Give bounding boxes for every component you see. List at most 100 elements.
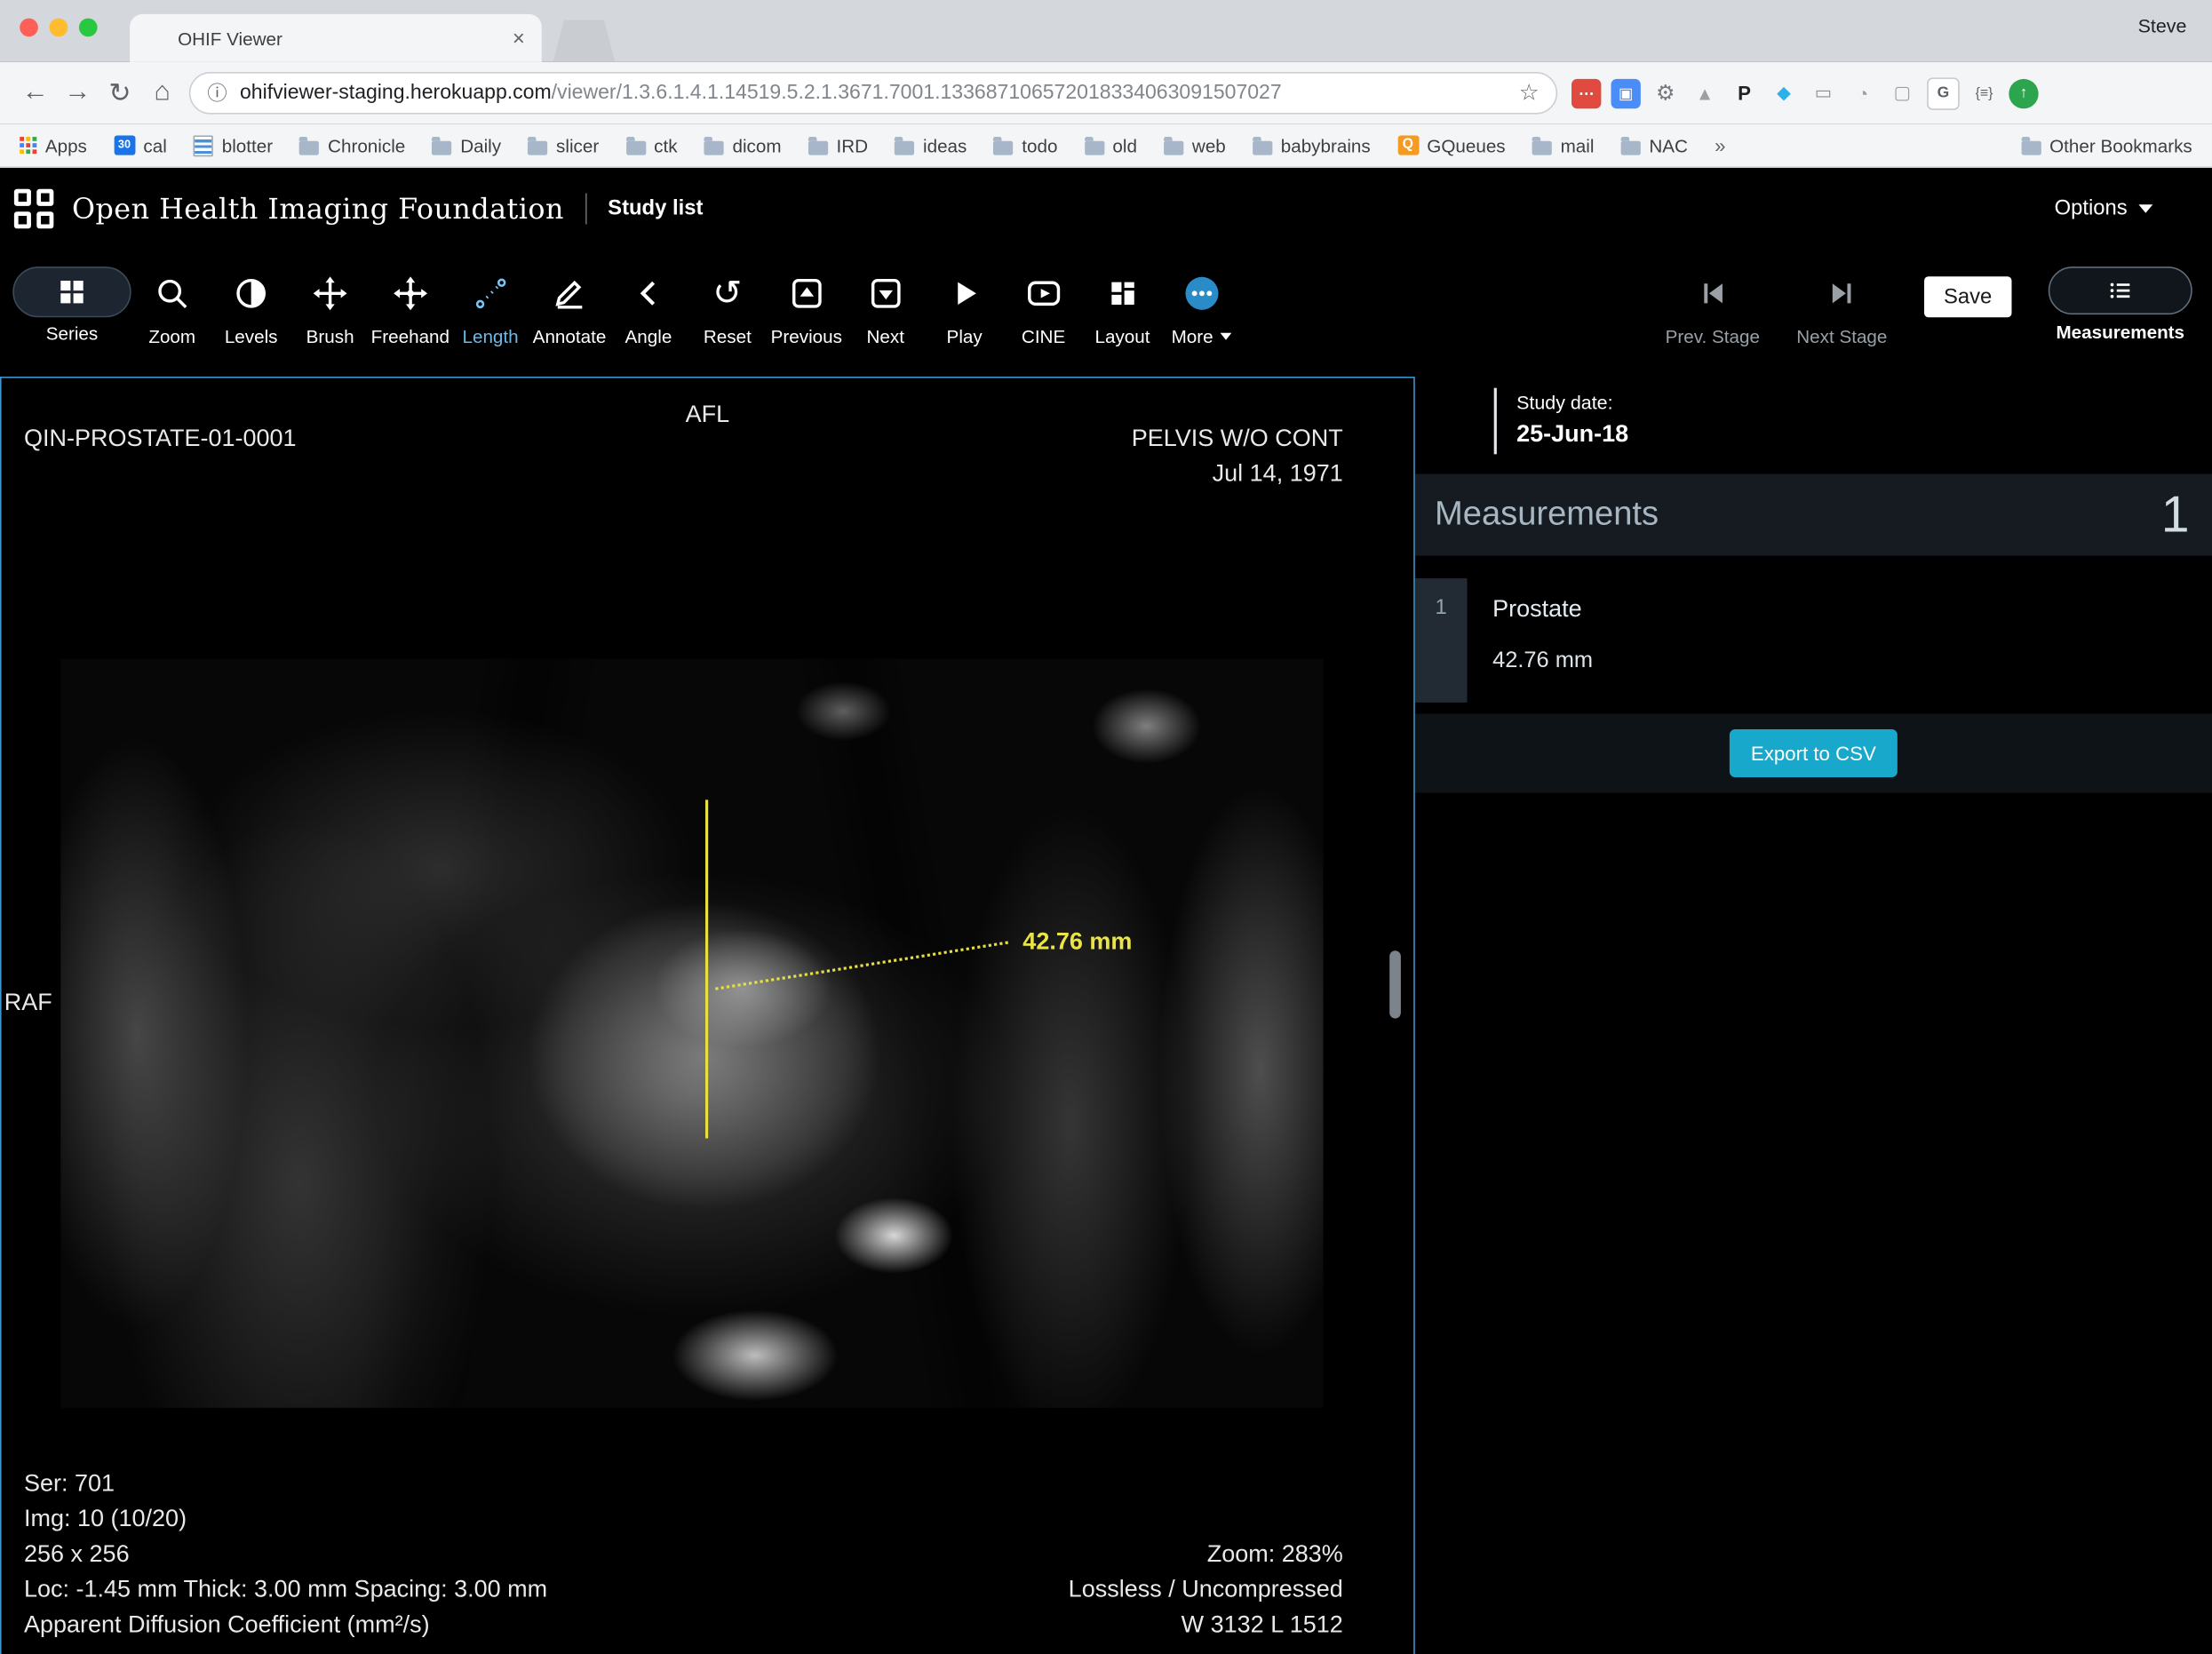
tool-levels[interactable]: Levels bbox=[213, 248, 290, 346]
bookmark-item[interactable]: » bbox=[1715, 134, 1725, 156]
measurement-line[interactable] bbox=[705, 799, 708, 1138]
extension-icon[interactable]: ◔ bbox=[1848, 78, 1877, 107]
bookmark-label: Daily bbox=[460, 135, 501, 156]
prev-stage-button[interactable]: Prev. Stage bbox=[1666, 266, 1760, 347]
tab-strip: OHIF Viewer × Steve bbox=[0, 0, 2212, 62]
tool-brush[interactable]: Brush bbox=[292, 248, 369, 346]
bookmark-item[interactable]: ideas bbox=[895, 135, 967, 156]
bookmark-item[interactable]: mail bbox=[1532, 135, 1595, 156]
measurement-value-label[interactable]: 42.76 mm bbox=[1022, 928, 1132, 957]
bookmark-item[interactable]: todo bbox=[994, 135, 1058, 156]
bookmark-label: IRD bbox=[837, 135, 869, 156]
other-bookmarks[interactable]: Other Bookmarks bbox=[2021, 135, 2192, 156]
reset-icon: ↺ bbox=[689, 266, 766, 320]
extension-icon[interactable]: ↑ bbox=[2009, 78, 2038, 107]
extension-icon[interactable]: {≡} bbox=[1969, 78, 1999, 107]
overlay-series-number: Ser: 701 bbox=[24, 1466, 547, 1501]
home-icon[interactable]: ⌂ bbox=[141, 77, 184, 108]
window-close-button[interactable] bbox=[20, 19, 38, 37]
ohif-logo-icon bbox=[14, 188, 53, 227]
bookmark-label: » bbox=[1715, 134, 1725, 156]
window-zoom-button[interactable] bbox=[79, 19, 98, 37]
tool-zoom[interactable]: Zoom bbox=[134, 248, 211, 346]
tool-cine[interactable]: CINE bbox=[1006, 248, 1082, 346]
mri-image[interactable] bbox=[60, 659, 1323, 1408]
caret-down-icon bbox=[1221, 333, 1232, 340]
tool-label: Freehand bbox=[371, 326, 450, 347]
extension-icon[interactable]: ⚙ bbox=[1651, 78, 1680, 107]
bookmark-label: old bbox=[1112, 135, 1137, 156]
bookmark-icon bbox=[20, 137, 36, 154]
save-button[interactable]: Save bbox=[1924, 276, 2012, 317]
overlay-matrix-size: 256 x 256 bbox=[24, 1536, 547, 1571]
measurements-toggle[interactable]: Measurements bbox=[2049, 266, 2192, 343]
tool-series[interactable]: Series bbox=[12, 248, 131, 344]
bookmark-item[interactable]: Chronicle bbox=[299, 135, 405, 156]
bookmark-icon bbox=[895, 140, 914, 155]
viewport-scrollbar[interactable] bbox=[1389, 950, 1401, 1018]
toolbar-right: Prev. Stage Next Stage Save Measurements bbox=[1666, 248, 2192, 346]
bookmark-item[interactable]: babybrains bbox=[1253, 135, 1371, 156]
bookmark-item[interactable]: old bbox=[1085, 135, 1137, 156]
measurement-list-item[interactable]: 1 Prostate 42.76 mm bbox=[1415, 578, 2212, 703]
bookmark-label: mail bbox=[1561, 135, 1595, 156]
next-stage-button[interactable]: Next Stage bbox=[1796, 266, 1887, 347]
bookmark-item[interactable]: blotter bbox=[194, 135, 273, 156]
export-csv-button[interactable]: Export to CSV bbox=[1730, 729, 1898, 777]
bookmark-item[interactable]: Q GQueues bbox=[1397, 135, 1506, 156]
ohif-toolbar: Series Zoom Levels Brush Freehand bbox=[0, 248, 2212, 377]
bookmark-item[interactable]: ctk bbox=[625, 135, 677, 156]
tool-layout[interactable]: Layout bbox=[1085, 248, 1161, 346]
bookmark-item[interactable]: 30 cal bbox=[114, 135, 167, 156]
bookmark-badge: 30 bbox=[118, 139, 131, 151]
options-menu[interactable]: Options bbox=[2055, 196, 2153, 220]
extension-icon[interactable]: ⋯ bbox=[1571, 78, 1601, 107]
profile-name[interactable]: Steve bbox=[2138, 15, 2187, 36]
tool-play[interactable]: Play bbox=[927, 248, 1003, 346]
forward-icon[interactable]: → bbox=[57, 77, 99, 108]
dicom-viewport[interactable]: QIN-PROSTATE-01-0001 AFL PELVIS W/O CONT… bbox=[0, 377, 1415, 1654]
bookmark-icon bbox=[625, 140, 645, 155]
tool-reset[interactable]: ↺ Reset bbox=[689, 248, 766, 346]
window-minimize-button[interactable] bbox=[50, 19, 68, 37]
bookmark-star-icon[interactable]: ☆ bbox=[1519, 79, 1540, 107]
url-text: ohifviewer-staging.herokuapp.com/viewer/… bbox=[240, 82, 1282, 104]
bookmark-item[interactable]: slicer bbox=[528, 135, 599, 156]
freehand-move-icon bbox=[372, 266, 449, 320]
reload-icon[interactable]: ↻ bbox=[99, 77, 141, 110]
tool-label: Length bbox=[462, 326, 518, 347]
tool-label: Next bbox=[866, 326, 903, 347]
extension-icon[interactable]: ▲ bbox=[1690, 78, 1719, 107]
bookmark-item[interactable]: web bbox=[1164, 135, 1226, 156]
tool-length[interactable]: Length bbox=[452, 248, 529, 346]
export-row: Export to CSV bbox=[1415, 714, 2212, 793]
bookmark-item[interactable]: Daily bbox=[432, 135, 501, 156]
tool-previous[interactable]: Previous bbox=[768, 248, 845, 346]
new-tab-button[interactable] bbox=[553, 20, 615, 62]
bookmark-item[interactable]: Apps bbox=[20, 135, 87, 156]
measurement-name[interactable]: Prostate bbox=[1492, 595, 1593, 624]
extension-icon[interactable]: P bbox=[1730, 78, 1759, 107]
tool-freehand[interactable]: Freehand bbox=[371, 248, 450, 346]
overlay-zoom-level: Zoom: 283% bbox=[1069, 1536, 1343, 1571]
bookmark-item[interactable]: dicom bbox=[704, 135, 782, 156]
tab-close-icon[interactable]: × bbox=[513, 28, 525, 49]
study-list-link[interactable]: Study list bbox=[608, 196, 703, 220]
tool-angle[interactable]: Angle bbox=[610, 248, 687, 346]
back-icon[interactable]: ← bbox=[14, 77, 57, 108]
bookmark-item[interactable]: NAC bbox=[1621, 135, 1688, 156]
browser-tab[interactable]: OHIF Viewer × bbox=[130, 14, 542, 62]
tool-next[interactable]: Next bbox=[847, 248, 924, 346]
extension-icon[interactable]: ▢ bbox=[1888, 78, 1917, 107]
address-bar[interactable]: ⓘ ohifviewer-staging.herokuapp.com/viewe… bbox=[189, 72, 1557, 115]
bookmark-item[interactable]: IRD bbox=[808, 135, 868, 156]
extension-icon[interactable]: G bbox=[1927, 77, 1960, 110]
extension-icon[interactable]: ▭ bbox=[1809, 78, 1838, 107]
next-image-icon bbox=[847, 266, 924, 320]
extension-icon[interactable]: ◆ bbox=[1769, 78, 1798, 107]
measurements-toggle-label: Measurements bbox=[2056, 322, 2184, 343]
tool-more[interactable]: More bbox=[1164, 248, 1240, 346]
tool-annotate[interactable]: Annotate bbox=[531, 248, 608, 346]
page-info-icon[interactable]: ⓘ bbox=[207, 79, 227, 107]
extension-icon[interactable]: ▣ bbox=[1611, 78, 1640, 107]
